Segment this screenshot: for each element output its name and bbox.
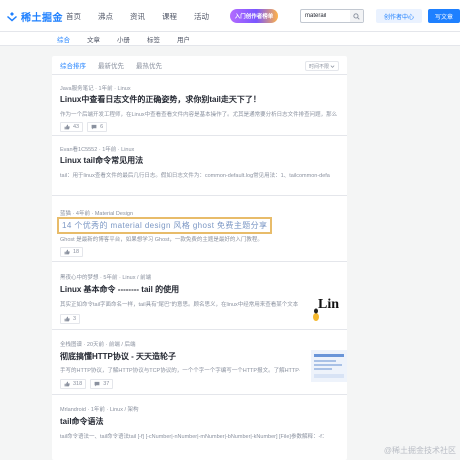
- comment-button[interactable]: 6: [87, 122, 108, 132]
- nav-courses[interactable]: 课程: [162, 11, 177, 22]
- article-title[interactable]: Linux 基本命令 -------- tail 的使用: [60, 284, 179, 295]
- article-title-highlighted[interactable]: 14 个优秀的 material design 风格 ghost 免费主题分享: [57, 217, 273, 234]
- like-icon: [64, 381, 70, 387]
- nav-pins[interactable]: 沸点: [98, 11, 113, 22]
- tab-all[interactable]: 综合: [57, 34, 70, 44]
- like-button[interactable]: 318: [60, 379, 87, 389]
- comment-count: 6: [100, 124, 104, 130]
- category-tabs: 综合 文章 小册 标签 用户: [0, 32, 460, 46]
- article-title[interactable]: Linux tail命令常见用法: [60, 155, 143, 166]
- list-item[interactable]: Java服务笔记 · 1年前 · Linux Linux中查看日志文件的正确姿势…: [52, 75, 347, 136]
- tab-articles[interactable]: 文章: [87, 34, 100, 44]
- article-abstract: tail：用于linux查看文件的最后几行日志。假如日志文件为：common-d…: [60, 173, 330, 179]
- logo-text: 稀土掘金: [21, 13, 63, 24]
- article-meta: 全栈图谱 · 20天前 · 前端 / 后端: [60, 342, 136, 348]
- logo[interactable]: 稀土掘金: [6, 9, 63, 24]
- like-icon: [64, 124, 70, 130]
- creator-center-button[interactable]: 创作者中心: [376, 9, 422, 23]
- thumbnail-text: Lin: [318, 297, 339, 312]
- like-button[interactable]: 3: [60, 314, 81, 324]
- search-input[interactable]: [301, 13, 349, 19]
- like-button[interactable]: 18: [60, 247, 84, 257]
- search-results: 综合排序 最新优先 最热优先 时间不限 Java服务笔记 · 1年前 · Lin…: [52, 56, 347, 460]
- article-thumbnail[interactable]: [311, 350, 347, 382]
- list-item[interactable]: Mrlandroid · 1年前 · Linux / 架构 tail命令语法 t…: [52, 395, 347, 460]
- comment-count: 37: [103, 381, 110, 387]
- sort-comprehensive[interactable]: 综合排序: [60, 60, 86, 70]
- article-abstract: tail命令语法一、tail命令语法tail [-f] [-cNumber|-n…: [60, 434, 328, 440]
- article-title[interactable]: Linux中查看日志文件的正确姿势，求你别tail走天下了！: [60, 94, 261, 105]
- main-nav: 首页 沸点 资讯 课程 活动: [66, 0, 226, 32]
- comment-icon: [94, 381, 100, 387]
- article-abstract: 手写的HTTP协议，了解HTTP协议与TCP协议的，一个个字一个字编写一个HTT…: [60, 368, 300, 374]
- article-meta: 黑夜心中的梦想 · 5年前 · Linux / 前端: [60, 275, 152, 281]
- article-stats: 318 37: [60, 379, 117, 389]
- like-icon: [64, 316, 70, 322]
- like-count: 18: [73, 249, 80, 255]
- article-thumbnail[interactable]: Lin: [311, 284, 347, 324]
- article-meta: Mrlandroid · 1年前 · Linux / 架构: [60, 407, 139, 413]
- like-button[interactable]: 43: [60, 122, 84, 132]
- time-filter-label: 时间不限: [309, 63, 330, 70]
- comment-icon: [91, 124, 97, 130]
- sort-hottest[interactable]: 最热优先: [136, 60, 162, 70]
- list-item[interactable]: 全栈图谱 · 20天前 · 前端 / 后端 彻底搞懂HTTP协议 - 天天造轮子…: [52, 330, 347, 395]
- comment-button[interactable]: 37: [90, 379, 114, 389]
- article-meta: Evan看1C5552 · 1年前 · Linux: [60, 147, 135, 153]
- promo-banner[interactable]: 入门创作者榜单: [230, 9, 278, 23]
- article-stats: 3: [60, 314, 84, 324]
- search-icon[interactable]: [350, 10, 363, 22]
- article-abstract: 作为一个后端开发工程师，在Linux中查看查看文件内容是基本操作了。尤其是通常要…: [60, 112, 338, 118]
- article-meta: 蓝猫 · 4年前 · Material Design: [60, 211, 134, 217]
- article-title[interactable]: 彻底搞懂HTTP协议 - 天天造轮子: [60, 351, 176, 362]
- chevron-down-icon: [330, 64, 335, 71]
- list-item[interactable]: 蓝猫 · 4年前 · Material Design 14 个优秀的 mater…: [52, 196, 347, 262]
- article-stats: 43 6: [60, 122, 111, 132]
- sort-newest[interactable]: 最新优先: [98, 60, 124, 70]
- watermark: @稀土掘金技术社区: [383, 446, 456, 455]
- article-meta: Java服务笔记 · 1年前 · Linux: [60, 86, 131, 92]
- article-title[interactable]: tail命令语法: [60, 416, 104, 427]
- nav-events[interactable]: 活动: [194, 11, 209, 22]
- sort-bar: 综合排序 最新优先 最热优先 时间不限: [52, 56, 347, 75]
- like-count: 318: [73, 381, 83, 387]
- nav-home[interactable]: 首页: [66, 11, 81, 22]
- like-count: 3: [73, 316, 77, 322]
- time-filter-select[interactable]: 时间不限: [305, 61, 339, 71]
- list-item[interactable]: 黑夜心中的梦想 · 5年前 · Linux / 前端 Linux 基本命令 --…: [52, 262, 347, 330]
- juejin-logo-icon: [6, 11, 18, 23]
- tab-users[interactable]: 用户: [177, 34, 190, 44]
- list-item[interactable]: Evan看1C5552 · 1年前 · Linux Linux tail命令常见…: [52, 136, 347, 196]
- tab-booklets[interactable]: 小册: [117, 34, 130, 44]
- nav-news[interactable]: 资讯: [130, 11, 145, 22]
- article-stats: 18: [60, 247, 87, 257]
- article-abstract: Ghost 是最新的博客平台，如果想学习 Ghost，一款免费的主题是最好的入门…: [60, 237, 263, 243]
- write-article-button[interactable]: 写文章: [428, 9, 460, 23]
- top-nav-bar: 稀土掘金 首页 沸点 资讯 课程 活动 入门创作者榜单 创作者中心 写文章: [0, 0, 460, 32]
- article-abstract: 其实正如命令tail字面命名一样，tail具有"尾巴"的意思。顾名思义，在lin…: [60, 302, 299, 308]
- search-box: [300, 9, 364, 23]
- like-icon: [64, 249, 70, 255]
- tab-tags[interactable]: 标签: [147, 34, 160, 44]
- like-count: 43: [73, 124, 80, 130]
